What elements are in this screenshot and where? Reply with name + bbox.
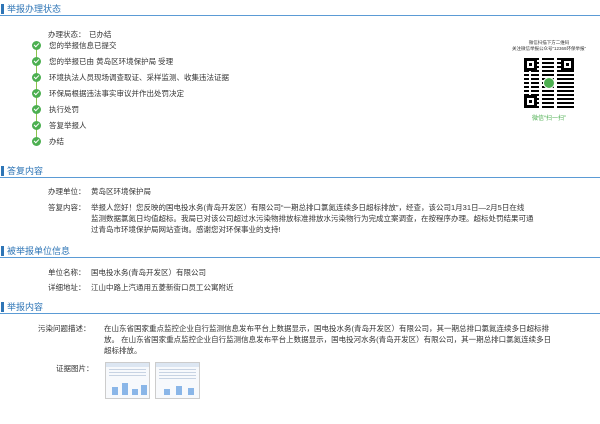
qr-panel: 微信扫描下方二维码 关注微信举报公众号“12369环保举报” 微信“扫一扫”: [510, 40, 588, 122]
pollution-label: 污染问题描述：: [38, 324, 91, 333]
reply-content: 举报人您好！您反映的国电投水务(青岛开发区）有限公司“一期总排口氯氮连续多日超标…: [91, 202, 596, 235]
reply-line: 过青岛市环境保护局网站查询。感谢您对环保事业的支持!: [91, 225, 281, 234]
status-label: 办理状态：: [48, 30, 86, 39]
section-title-status: 举报办理状态: [7, 4, 62, 14]
section-header-reported: 被举报单位信息: [0, 244, 600, 258]
check-icon: [32, 73, 41, 82]
section-marker: [1, 166, 4, 176]
qr-code-icon: [524, 58, 574, 108]
reported-address-label: 详细地址：: [48, 283, 86, 292]
reply-unit-label: 办理单位：: [48, 187, 86, 196]
check-icon: [32, 121, 41, 130]
section-title-reply: 答复内容: [7, 166, 44, 176]
reported-address-value: 江山中路上汽通用五菱新街口员工公寓附近: [91, 283, 234, 292]
section-header-status: 举报办理状态: [0, 2, 600, 16]
pollution-line: 在山东省国家重点监控企业自行监测信息发布平台上数据显示，国电投水务(青岛开发区）…: [104, 324, 549, 333]
qr-caption-line2: 关注微信举报公众号“12369环保举报”: [511, 46, 586, 51]
step-label: 您的举报已由 黄岛区环境保护局 受理: [49, 57, 174, 66]
section-marker: [1, 4, 4, 14]
section-header-reply: 答复内容: [0, 164, 600, 178]
check-icon: [32, 89, 41, 98]
section-header-report: 举报内容: [0, 300, 600, 314]
pollution-line: 放。 在山东省国家重点监控企业自行监测信息发布平台上数据显示，国电投河水务(青岛…: [104, 335, 552, 344]
evidence-image-thumbnail[interactable]: [155, 362, 200, 399]
wechat-logo-icon: [543, 77, 555, 89]
section-marker: [1, 246, 4, 256]
reported-name-label: 单位名称：: [48, 268, 86, 277]
evidence-image-thumbnail[interactable]: [105, 362, 150, 399]
step-label: 环保局根据违法事实审议并作出处罚决定: [49, 89, 184, 98]
section-title-report: 举报内容: [7, 302, 44, 312]
section-title-reported: 被举报单位信息: [7, 246, 71, 256]
check-icon: [32, 41, 41, 50]
reply-content-label: 答复内容：: [48, 203, 86, 212]
reply-line: 监测数据氯氮日均值超标。我局已对该公司超过水污染物排放标准排放水污染物行为完成立…: [91, 214, 534, 223]
check-icon: [32, 57, 41, 66]
step-label: 办结: [49, 137, 64, 146]
pollution-line: 超标排放。: [104, 346, 142, 355]
status-value: 已办结: [89, 30, 112, 39]
reported-name-value: 国电投水务(青岛开发区）有限公司: [91, 268, 206, 277]
pollution-description: 在山东省国家重点监控企业自行监测信息发布平台上数据显示，国电投水务(青岛开发区）…: [104, 323, 594, 356]
step-label: 执行处罚: [49, 105, 79, 114]
check-icon: [32, 137, 41, 146]
step-label: 您的举报信息已提交: [49, 41, 117, 50]
step-label: 答复举报人: [49, 121, 87, 130]
reply-line: 举报人您好！您反映的国电投水务(青岛开发区）有限公司“一期总排口氯氮连续多日超标…: [91, 203, 525, 212]
evidence-label: 证据图片：: [56, 364, 94, 373]
reply-unit-value: 黄岛区环境保护局: [91, 187, 151, 196]
check-icon: [32, 105, 41, 114]
step-label: 环境执法人员现场调查取证、采样监测、收集违法证据: [49, 73, 229, 82]
section-marker: [1, 302, 4, 312]
qr-wechat-label: 微信“扫一扫”: [532, 116, 566, 122]
